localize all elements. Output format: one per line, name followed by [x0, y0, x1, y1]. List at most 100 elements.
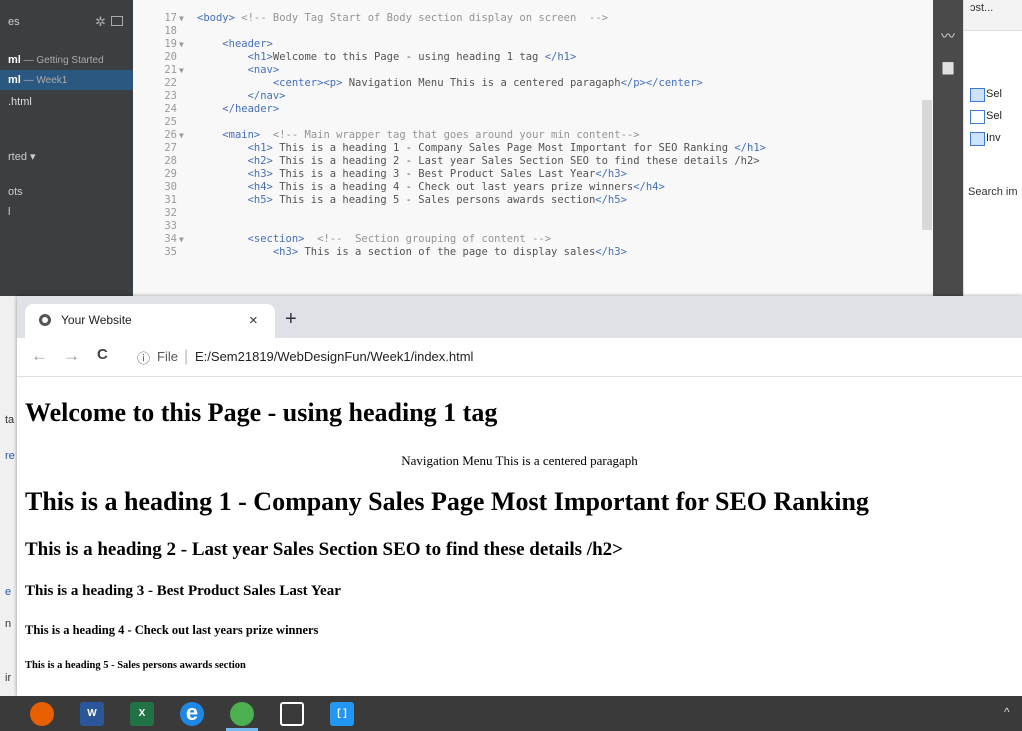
line-number: 18	[164, 25, 177, 37]
file-sidebar: es ✲ ml — Getting Started ml — Week1 .ht…	[0, 0, 133, 296]
firefox-icon[interactable]	[30, 702, 54, 726]
line-number: 33	[164, 220, 177, 232]
code-text: <h2> This is a heading 2 - Last year Sal…	[247, 155, 760, 167]
tree-item[interactable]: l	[8, 206, 10, 218]
globe-icon	[39, 314, 51, 326]
ribbon-item[interactable]: Sel	[986, 110, 1002, 122]
fold-arrow-icon[interactable]: ▼	[179, 233, 184, 246]
background-window: ɔst... Sel Sel Inv Search im	[963, 0, 1022, 296]
code-text: <h1> This is a heading 1 - Company Sales…	[247, 142, 766, 154]
forward-button[interactable]: →	[63, 346, 80, 366]
edge-text: e	[5, 586, 12, 598]
code-text: <h3> This is a section of the page to di…	[272, 246, 627, 258]
code-text: <h4> This is a heading 4 - Check out las…	[247, 181, 665, 193]
ribbon-dropdown[interactable]: ɔst...	[970, 2, 993, 14]
code-text: <h1>Welcome to this Page - using heading…	[247, 51, 577, 63]
line-number: 30	[164, 181, 177, 193]
edge-text: ir	[5, 672, 12, 684]
code-editor[interactable]: 17 ▼ <body> <!-- Body Tag Start of Body se…	[133, 0, 933, 296]
edge-icon[interactable]: e	[180, 702, 204, 726]
select-icon	[970, 110, 985, 124]
tab-title: Your Website	[61, 313, 132, 327]
tab-close-button[interactable]: ×	[249, 312, 258, 329]
brackets-icon[interactable]: [ ]	[330, 702, 354, 726]
address-bar: ← → C ⓘ File | E:/Sem21819/WebDesignFun/…	[17, 338, 1022, 377]
line-number: 26	[164, 129, 177, 141]
heading-2: This is a heading 2 - Last year Sales Se…	[25, 539, 623, 560]
code-text: <h5> This is a heading 5 - Sales persons…	[247, 194, 627, 206]
fold-arrow-icon[interactable]: ▼	[179, 129, 184, 142]
working-file-item-selected[interactable]: ml — Week1	[0, 70, 133, 90]
live-preview-icon[interactable]: 〰	[940, 28, 956, 44]
code-text: <section> <!-- Section grouping of conte…	[247, 233, 552, 245]
working-files-header: es ✲	[0, 12, 133, 34]
nav-paragraph: Navigation Menu This is a centered parag…	[401, 453, 638, 468]
editor-scrollbar[interactable]	[922, 100, 932, 230]
tab-strip: Your Website × +	[17, 296, 1022, 338]
scheme-label: File	[157, 349, 178, 364]
omnibox-divider: |	[184, 348, 189, 365]
edge-text: re	[5, 450, 15, 462]
gear-icon[interactable]: ✲	[95, 14, 106, 30]
chrome-icon[interactable]	[230, 702, 254, 726]
working-file-item[interactable]: .html	[0, 92, 133, 112]
fold-arrow-icon[interactable]: ▼	[179, 12, 184, 25]
split-view-icon[interactable]	[111, 16, 123, 26]
line-number: 34	[164, 233, 177, 245]
edge-text: ta	[5, 414, 15, 426]
line-number: 19	[164, 38, 177, 50]
heading-4: This is a heading 4 - Check out last yea…	[25, 623, 319, 637]
line-number: 35	[164, 246, 177, 258]
code-text: <nav>	[247, 64, 280, 76]
header-heading: Welcome to this Page - using heading 1 t…	[25, 398, 498, 427]
project-dropdown[interactable]: rted ▾	[8, 150, 36, 163]
page-content: Welcome to this Page - using heading 1 t…	[17, 377, 1022, 696]
code-text: <main> <!-- Main wrapper tag that goes a…	[222, 129, 640, 141]
invert-icon	[970, 132, 985, 146]
select-icon	[970, 88, 985, 102]
background-window-edge: ta re e n ir	[0, 296, 17, 696]
code-text: </nav>	[247, 90, 286, 102]
heading-1: This is a heading 1 - Company Sales Page…	[25, 487, 869, 516]
heading-3: This is a heading 3 - Best Product Sales…	[25, 583, 341, 599]
fold-arrow-icon[interactable]: ▼	[179, 38, 184, 51]
code-text: <center><p> Navigation Menu This is a ce…	[272, 77, 703, 89]
line-number: 31	[164, 194, 177, 206]
tray-expand-icon[interactable]: ^	[1004, 705, 1010, 719]
line-number: 17	[164, 12, 177, 24]
search-field[interactable]: Search im	[968, 186, 1018, 198]
line-number: 24	[164, 103, 177, 115]
photos-icon[interactable]	[280, 702, 304, 726]
ribbon-item[interactable]: Inv	[986, 132, 1001, 144]
code-text: <body> <!-- Body Tag Start of Body secti…	[197, 12, 608, 24]
taskbar: W X e [ ] ^	[0, 696, 1022, 731]
line-number: 27	[164, 142, 177, 154]
line-number: 20	[164, 51, 177, 63]
heading-5: This is a heading 5 - Sales persons awar…	[25, 660, 246, 671]
browser-tab[interactable]: Your Website ×	[25, 304, 275, 338]
chrome-window: Your Website × + ← → C ⓘ File | E:/Sem21…	[17, 296, 1022, 696]
working-file-item[interactable]: ml — Getting Started	[0, 50, 133, 70]
ribbon-item[interactable]: Sel	[986, 88, 1002, 100]
line-number: 28	[164, 155, 177, 167]
info-icon[interactable]: ⓘ	[137, 348, 150, 367]
line-number: 29	[164, 168, 177, 180]
editor-toolbar: 〰 ▆	[933, 0, 963, 296]
edge-text: n	[5, 618, 12, 630]
code-text: <header>	[222, 38, 273, 50]
url-text[interactable]: E:/Sem21819/WebDesignFun/Week1/index.htm…	[195, 349, 473, 364]
code-text: </header>	[222, 103, 280, 115]
tree-item[interactable]: ots	[8, 186, 23, 198]
ribbon-top: ɔst...	[964, 0, 1022, 31]
reload-button[interactable]: C	[97, 346, 108, 363]
new-tab-button[interactable]: +	[285, 308, 297, 331]
omnibox[interactable]: ⓘ File | E:/Sem21819/WebDesignFun/Week1/…	[133, 344, 1022, 370]
back-button[interactable]: ←	[31, 346, 48, 366]
excel-icon[interactable]: X	[130, 702, 154, 726]
line-number: 21	[164, 64, 177, 76]
line-number: 32	[164, 207, 177, 219]
word-icon[interactable]: W	[80, 702, 104, 726]
extension-manager-icon[interactable]: ▆	[940, 58, 956, 74]
fold-arrow-icon[interactable]: ▼	[179, 64, 184, 77]
line-number: 22	[164, 77, 177, 89]
